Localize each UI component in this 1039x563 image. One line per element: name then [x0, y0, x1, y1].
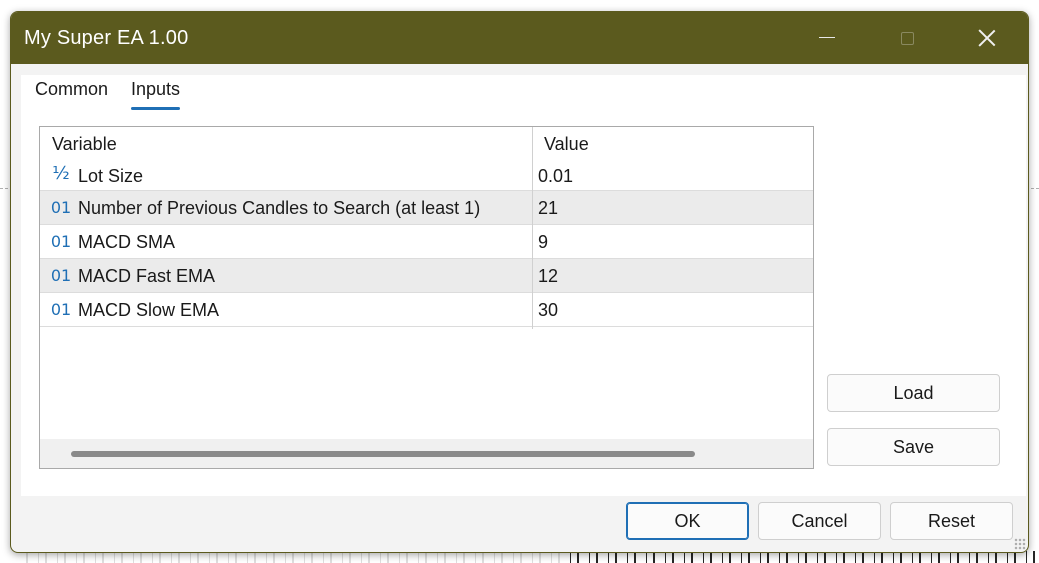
ea-properties-dialog: My Super EA 1.00 Common Inputs Variable … — [10, 11, 1029, 553]
minimize-button[interactable] — [800, 12, 854, 64]
maximize-button[interactable] — [880, 12, 934, 64]
row-variable: Number of Previous Candles to Search (at… — [78, 198, 481, 218]
close-icon — [978, 29, 996, 47]
table-row[interactable]: 01 Number of Previous Candles to Search … — [40, 191, 813, 225]
row-value[interactable]: 21 — [538, 198, 558, 219]
load-button[interactable]: Load — [827, 374, 1000, 412]
reset-button[interactable]: Reset — [890, 502, 1013, 540]
ok-button[interactable]: OK — [626, 502, 749, 540]
table-row[interactable]: 01 MACD Fast EMA 12 — [40, 259, 813, 293]
row-variable: MACD Slow EMA — [78, 300, 220, 320]
scrollbar-thumb[interactable] — [71, 451, 695, 457]
window-title: My Super EA 1.00 — [24, 27, 189, 49]
column-header-value[interactable]: Value — [544, 134, 589, 155]
row-variable: MACD Fast EMA — [78, 266, 216, 286]
integer-icon: 01 — [50, 197, 72, 217]
resize-grip-icon[interactable] — [1014, 538, 1026, 550]
table-row[interactable]: ½ Lot Size 0.01 — [40, 159, 813, 191]
integer-icon: 01 — [50, 299, 72, 319]
save-button[interactable]: Save — [827, 428, 1000, 466]
tab-common-label: Common — [35, 79, 109, 99]
row-variable: MACD SMA — [78, 232, 176, 252]
cancel-button[interactable]: Cancel — [758, 502, 881, 540]
maximize-icon — [900, 31, 914, 45]
column-divider[interactable] — [532, 127, 533, 329]
row-value[interactable]: 0.01 — [538, 166, 573, 187]
row-variable: Lot Size — [78, 166, 144, 186]
row-value[interactable]: 12 — [538, 266, 558, 287]
inputs-grid: Variable Value ½ Lot Size 0.01 01 Number… — [39, 126, 814, 469]
minimize-icon — [819, 36, 835, 38]
integer-icon: 01 — [50, 231, 72, 251]
row-value[interactable]: 9 — [538, 232, 548, 253]
integer-icon: 01 — [50, 265, 72, 285]
tab-common[interactable]: Common — [35, 79, 108, 113]
active-tab-indicator — [131, 107, 181, 110]
column-header-variable[interactable]: Variable — [52, 134, 117, 155]
tab-inputs-label: Inputs — [131, 79, 181, 99]
grid-header: Variable Value — [40, 127, 813, 159]
title-bar[interactable]: My Super EA 1.00 — [11, 12, 1028, 64]
tab-inputs[interactable]: Inputs — [131, 79, 181, 113]
table-row[interactable]: 01 MACD SMA 9 — [40, 225, 813, 259]
tab-panel: Common Inputs Variable Value ½ Lot Size … — [21, 75, 1026, 496]
horizontal-scrollbar[interactable] — [40, 439, 813, 468]
close-button[interactable] — [960, 12, 1014, 64]
grid-rows: ½ Lot Size 0.01 01 Number of Previous Ca… — [40, 159, 813, 327]
row-value[interactable]: 30 — [538, 300, 558, 321]
fraction-icon: ½ — [52, 162, 70, 184]
table-row[interactable]: 01 MACD Slow EMA 30 — [40, 293, 813, 327]
